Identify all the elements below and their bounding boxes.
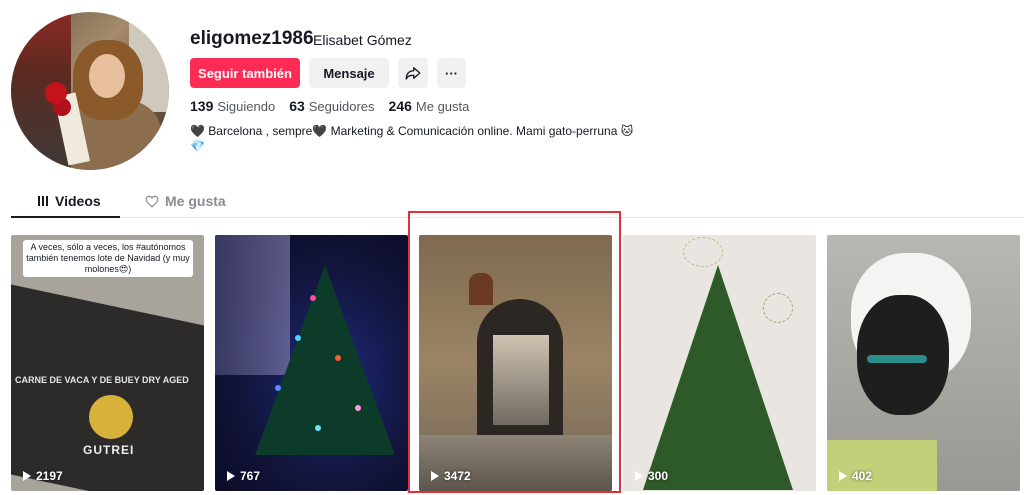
view-count-value: 767 [240,469,261,483]
likes-label: Me gusta [415,99,470,114]
tab-videos-label: Videos [55,193,101,209]
likes-count: 246 [388,98,412,114]
following-count: 139 [190,98,214,114]
view-count: 402 [839,469,872,483]
video-card[interactable]: 300 [623,235,816,491]
christmas-tree-thumbnail [643,265,793,490]
tree-light [310,295,316,301]
gift-box-thumbnail [11,284,204,491]
tab-likes[interactable]: Me gusta [145,193,226,209]
followers-label: Seguidores [308,99,375,114]
star-ornament-thumbnail [683,237,723,267]
share-button[interactable] [398,58,428,88]
video-card[interactable]: 767 [215,235,408,491]
follow-button[interactable]: Seguir también [190,58,300,88]
active-tab-indicator [11,216,120,218]
brand-logo [89,395,133,439]
following-label: Siguiendo [217,99,276,114]
more-options-button[interactable]: ··· [437,58,466,88]
view-count: 767 [227,469,260,483]
box-side-text: CARNE DE VACA Y DE BUEY DRY AGED [15,375,189,385]
following-stat[interactable]: 139 Siguiendo [190,98,275,114]
view-count-value: 300 [648,469,669,483]
christmas-tree-thumbnail [255,265,395,455]
tab-videos[interactable]: Videos [37,193,101,209]
green-blanket [827,440,937,491]
view-count: 2197 [23,469,63,483]
tree-light [355,405,361,411]
tree-light [335,355,341,361]
grid-icon [38,196,48,206]
view-count: 300 [635,469,668,483]
bio: 🖤 Barcelona , sempre🖤 Marketing & Comuni… [190,124,650,154]
profile-stats: 139 Siguiendo 63 Seguidores 246 Me gusta [190,98,469,114]
followers-stat[interactable]: 63 Seguidores [289,98,374,114]
view-count-value: 402 [852,469,873,483]
play-icon [839,471,847,481]
play-icon [23,471,31,481]
avatar-face [89,54,125,98]
share-arrow-icon [405,67,421,80]
brand-text: GUTREI [83,443,135,457]
bio-line-2: 💎 [190,139,205,153]
dog-collar [867,355,927,363]
heart-outline-icon [145,195,159,207]
message-button[interactable]: Mensaje [309,58,389,88]
tree-light [315,425,321,431]
video-caption-overlay: A veces, sólo a veces, los #autónomos ta… [23,240,193,277]
video-card[interactable]: 402 [827,235,1020,491]
avatar-rose [45,82,67,104]
likes-stat: 246 Me gusta [389,98,470,114]
username: eligomez1986 [190,28,314,49]
selection-highlight [408,211,621,493]
tree-light [295,335,301,341]
play-icon [227,471,235,481]
bio-line-1: 🖤 Barcelona , sempre🖤 Marketing & Comuni… [190,124,634,138]
view-count-value: 2197 [36,469,63,483]
avatar[interactable] [11,12,169,170]
play-icon [635,471,643,481]
tree-light [275,385,281,391]
video-card[interactable]: A veces, sólo a veces, los #autónomos ta… [11,235,204,491]
followers-count: 63 [289,98,305,114]
tab-likes-label: Me gusta [165,193,226,209]
nickname: Elisabet Gómez [313,32,412,48]
